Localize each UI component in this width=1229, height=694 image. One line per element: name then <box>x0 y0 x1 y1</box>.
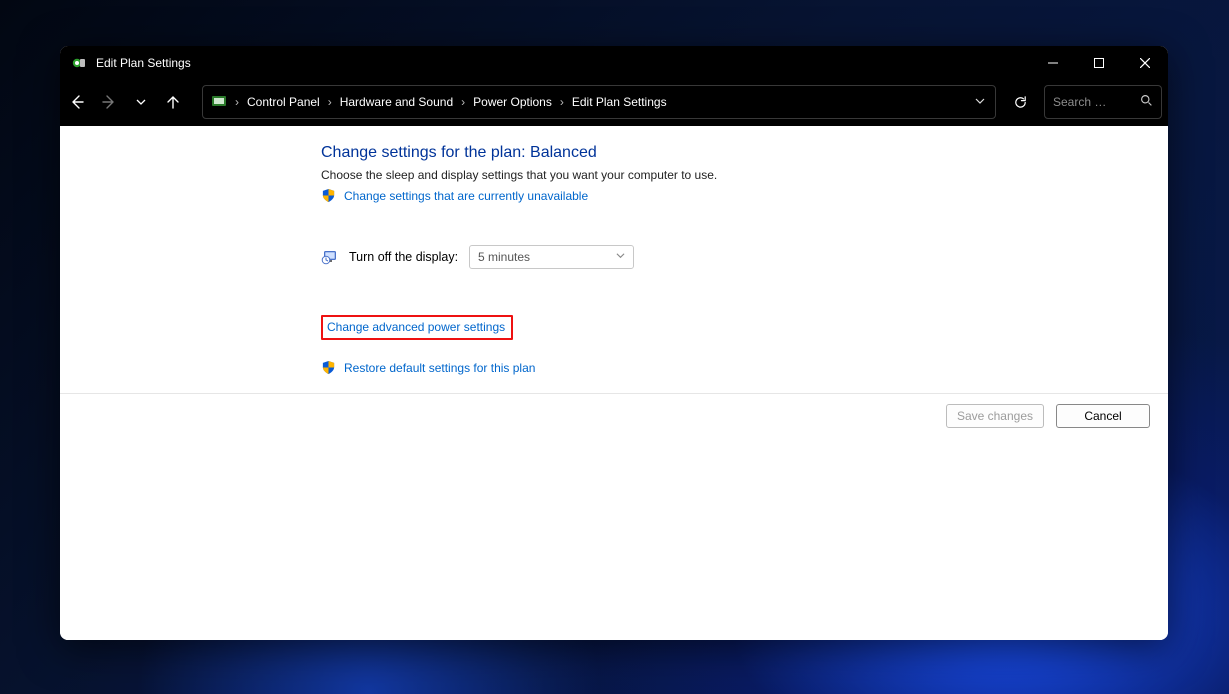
back-button[interactable] <box>62 87 92 117</box>
up-button[interactable] <box>158 87 188 117</box>
chevron-right-icon: › <box>328 95 332 109</box>
dialog-buttons: Save changes Cancel <box>60 394 1168 428</box>
page-heading: Change settings for the plan: Balanced <box>321 144 1021 162</box>
breadcrumb-segment[interactable]: Edit Plan Settings <box>572 95 667 109</box>
breadcrumb-segment[interactable]: Hardware and Sound <box>340 95 453 109</box>
close-button[interactable] <box>1122 46 1168 79</box>
change-advanced-power-settings-link[interactable]: Change advanced power settings <box>327 320 505 334</box>
highlighted-region: Change advanced power settings <box>321 315 513 340</box>
recent-locations-button[interactable] <box>126 87 156 117</box>
search-placeholder: Search … <box>1053 95 1106 109</box>
display-off-select[interactable]: 5 minutes <box>469 245 634 269</box>
cancel-button[interactable]: Cancel <box>1056 404 1150 428</box>
app-icon <box>72 55 88 71</box>
display-off-value: 5 minutes <box>478 250 530 264</box>
title-bar: Edit Plan Settings <box>60 46 1168 79</box>
breadcrumb-segment[interactable]: Power Options <box>473 95 552 109</box>
chevron-right-icon: › <box>461 95 465 109</box>
address-bar[interactable]: › Control Panel › Hardware and Sound › P… <box>202 85 996 119</box>
restore-defaults-link[interactable]: Restore default settings for this plan <box>344 361 535 375</box>
window: Edit Plan Settings <box>60 46 1168 640</box>
forward-button[interactable] <box>94 87 124 117</box>
save-changes-button: Save changes <box>946 404 1044 428</box>
refresh-button[interactable] <box>1004 86 1036 118</box>
chevron-right-icon: › <box>560 95 564 109</box>
search-icon <box>1140 94 1153 110</box>
display-timer-icon <box>321 248 339 266</box>
chevron-down-icon <box>616 251 625 263</box>
control-panel-icon <box>211 93 227 112</box>
shield-icon <box>321 360 336 375</box>
page-description: Choose the sleep and display settings th… <box>321 168 1021 182</box>
search-input[interactable]: Search … <box>1044 85 1162 119</box>
maximize-button[interactable] <box>1076 46 1122 79</box>
content-area: Change settings for the plan: Balanced C… <box>60 126 1168 640</box>
window-title: Edit Plan Settings <box>96 56 191 70</box>
chevron-right-icon: › <box>235 95 239 109</box>
minimize-button[interactable] <box>1030 46 1076 79</box>
chevron-down-icon[interactable] <box>975 95 985 109</box>
change-unavailable-settings-link[interactable]: Change settings that are currently unava… <box>344 189 588 203</box>
toolbar: › Control Panel › Hardware and Sound › P… <box>60 79 1168 126</box>
breadcrumb-segment[interactable]: Control Panel <box>247 95 320 109</box>
display-off-label: Turn off the display: <box>349 250 459 264</box>
shield-icon <box>321 188 336 203</box>
